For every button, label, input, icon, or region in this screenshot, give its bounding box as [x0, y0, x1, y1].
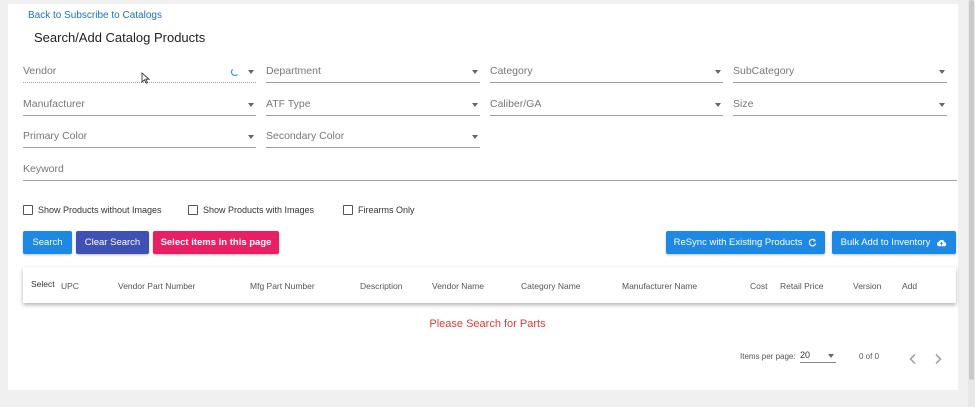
vendor-label: Vendor: [23, 65, 57, 77]
checkbox-label: Show Products without Images: [38, 205, 162, 215]
primary-color-label: Primary Color: [23, 130, 88, 142]
secondary-color-label: Secondary Color: [266, 130, 345, 142]
column-header-category-name[interactable]: Category Name: [521, 281, 581, 291]
chevron-down-icon: [828, 354, 834, 358]
cloud-upload-icon: [936, 239, 947, 247]
chevron-down-icon: [248, 135, 254, 139]
checkbox-box[interactable]: [23, 205, 33, 215]
category-select[interactable]: Category: [490, 63, 723, 83]
empty-results-message: Please Search for Parts: [429, 318, 546, 330]
atf-type-select[interactable]: ATF Type: [266, 96, 480, 116]
manufacturer-label: Manufacturer: [23, 98, 85, 110]
items-per-page-select[interactable]: 20: [800, 349, 836, 363]
column-header-cost[interactable]: Cost: [750, 281, 767, 291]
chevron-down-icon: [715, 70, 721, 74]
page-scrollbar[interactable]: [968, 0, 975, 407]
department-select[interactable]: Department: [266, 63, 480, 83]
chevron-down-icon: [248, 70, 254, 74]
secondary-color-select[interactable]: Secondary Color: [266, 128, 480, 148]
resync-button[interactable]: ReSync with Existing Products: [666, 231, 825, 254]
checkbox-box[interactable]: [343, 205, 353, 215]
column-header-vendor-part[interactable]: Vendor Part Number: [118, 281, 195, 291]
keyword-input[interactable]: Keyword: [23, 161, 957, 181]
chevron-down-icon: [715, 103, 721, 107]
show-without-images-checkbox[interactable]: Show Products without Images: [23, 205, 162, 215]
caliber-label: Caliber/GA: [490, 98, 542, 110]
search-button[interactable]: Search: [23, 231, 72, 254]
subcategory-label: SubCategory: [733, 65, 795, 77]
results-table-header: Select UPC Vendor Part Number Mfg Part N…: [23, 267, 956, 303]
page-title: Search/Add Catalog Products: [34, 30, 206, 45]
spinner-icon: [231, 68, 239, 76]
size-label: Size: [733, 98, 754, 110]
chevron-down-icon: [248, 103, 254, 107]
chevron-down-icon: [939, 103, 945, 107]
column-header-description[interactable]: Description: [360, 281, 403, 291]
items-per-page-label: Items per page:: [740, 352, 796, 361]
bulk-add-label: Bulk Add to Inventory: [840, 237, 931, 248]
department-label: Department: [266, 65, 321, 77]
resync-label: ReSync with Existing Products: [673, 237, 803, 248]
column-header-mfg-part[interactable]: Mfg Part Number: [250, 281, 315, 291]
show-with-images-checkbox[interactable]: Show Products with Images: [188, 205, 314, 215]
main-card: Back to Subscribe to Catalogs Search/Add…: [8, 4, 958, 390]
column-header-add: Add: [902, 281, 918, 291]
clear-search-button[interactable]: Clear Search: [76, 231, 149, 254]
firearms-only-checkbox[interactable]: Firearms Only: [343, 205, 415, 215]
checkbox-label: Show Products with Images: [203, 205, 315, 215]
atf-type-label: ATF Type: [266, 98, 311, 110]
back-link[interactable]: Back to Subscribe to Catalogs: [28, 10, 162, 21]
column-header-retail-price[interactable]: Retail Price: [780, 281, 823, 291]
chevron-down-icon: [939, 70, 945, 74]
checkbox-label: Firearms Only: [358, 205, 415, 215]
column-header-upc[interactable]: UPC: [61, 281, 79, 291]
items-per-page-value: 20: [800, 350, 811, 360]
column-header-select: Select: [31, 279, 55, 289]
column-header-version[interactable]: Version: [853, 281, 881, 291]
chevron-right-icon[interactable]: [932, 352, 944, 366]
page-range: 0 of 0: [859, 352, 880, 361]
checkbox-box[interactable]: [188, 205, 198, 215]
select-page-items-button[interactable]: Select items in this page: [153, 231, 279, 254]
refresh-icon: [808, 238, 817, 247]
caliber-select[interactable]: Caliber/GA: [490, 96, 723, 116]
size-select[interactable]: Size: [733, 96, 947, 116]
keyword-label: Keyword: [23, 163, 64, 175]
column-header-manufacturer-name[interactable]: Manufacturer Name: [622, 281, 697, 291]
manufacturer-select[interactable]: Manufacturer: [23, 96, 256, 116]
category-label: Category: [490, 65, 533, 77]
chevron-left-icon[interactable]: [907, 352, 919, 366]
scrollbar-thumb[interactable]: [969, 0, 974, 380]
subcategory-select[interactable]: SubCategory: [733, 63, 947, 83]
primary-color-select[interactable]: Primary Color: [23, 128, 256, 148]
chevron-down-icon: [472, 135, 478, 139]
vendor-select[interactable]: Vendor: [23, 63, 256, 83]
chevron-down-icon: [472, 103, 478, 107]
bulk-add-button[interactable]: Bulk Add to Inventory: [832, 231, 956, 254]
chevron-down-icon: [472, 70, 478, 74]
mouse-cursor-icon: [141, 72, 151, 87]
column-header-vendor-name[interactable]: Vendor Name: [432, 281, 484, 291]
